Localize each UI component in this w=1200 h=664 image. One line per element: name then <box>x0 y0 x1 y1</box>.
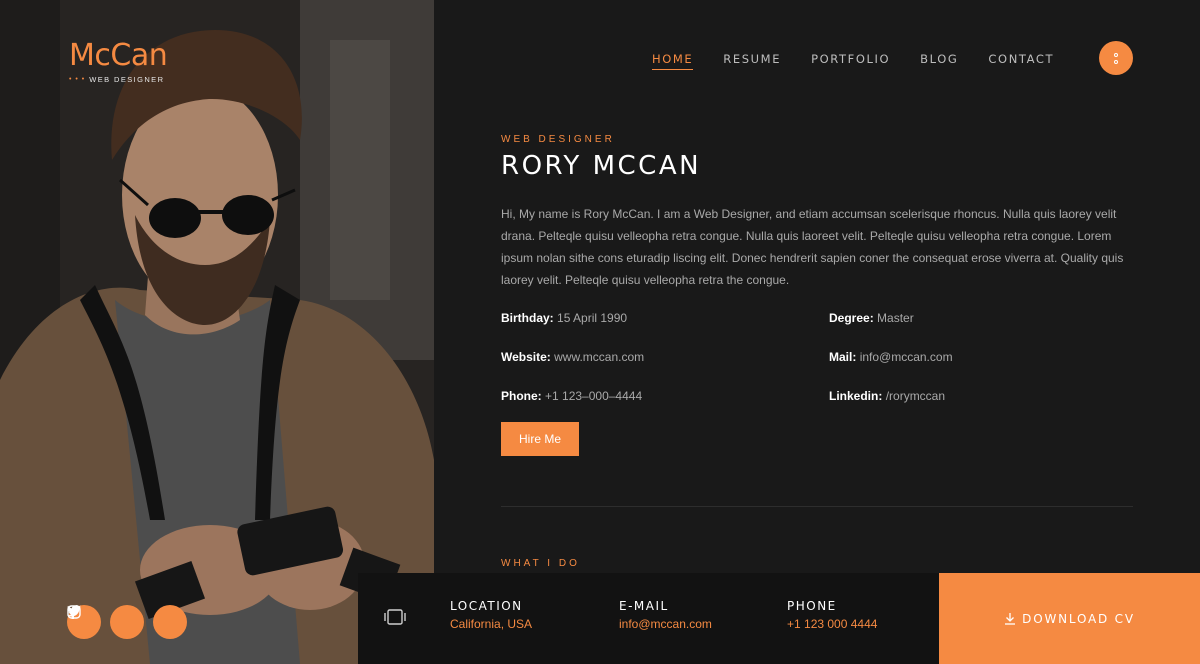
person-photo-illustration <box>0 0 434 664</box>
brand-tagline-row: • • • WEB DESIGNER <box>69 75 167 84</box>
brand-name: McCan <box>69 38 168 73</box>
phone-label: PHONE <box>787 599 837 613</box>
detail-value[interactable]: www.mccan.com <box>554 350 644 364</box>
detail-value: +1 123–000–4444 <box>545 389 643 403</box>
detail-value: Master <box>877 311 914 325</box>
detail-value: 15 April 1990 <box>557 311 628 325</box>
contact-location: LOCATION California, USA <box>450 599 532 631</box>
detail-label: Phone: <box>501 389 542 403</box>
detail-label: Linkedin: <box>829 389 883 403</box>
detail-value[interactable]: /rorymccan <box>886 389 945 403</box>
profile-subtitle: WEB DESIGNER <box>501 134 615 145</box>
detail-phone: Phone: +1 123–000–4444 <box>501 387 829 406</box>
contact-email: E-MAIL info@mccan.com <box>619 599 712 631</box>
location-value: California, USA <box>450 617 533 631</box>
what-i-do-heading: WHAT I DO <box>501 558 580 569</box>
detail-label: Mail: <box>829 350 857 364</box>
hero-photo: McCan • • • WEB DESIGNER <box>0 0 434 664</box>
hire-me-button[interactable]: Hire Me <box>501 422 580 456</box>
detail-linkedin: Linkedin: /rorymccan <box>829 387 1129 406</box>
nav-item-portfolio[interactable]: PORTFOLIO <box>811 52 890 70</box>
contact-bar: LOCATION California, USA E-MAIL info@mcc… <box>358 573 939 664</box>
detail-website: Website: www.mccan.com <box>501 348 829 367</box>
profile-section: WEB DESIGNER RORY MCCAN Hi, My name is R… <box>501 134 1133 456</box>
detail-degree: Degree: Master <box>829 309 1129 328</box>
menu-dot-icon <box>1114 52 1118 57</box>
devices-icon <box>384 609 406 625</box>
social-links <box>67 605 187 639</box>
contact-phone: PHONE +1 123 000 4444 <box>787 599 877 631</box>
menu-toggle-button[interactable] <box>1099 41 1133 75</box>
twitter-button[interactable] <box>67 605 144 639</box>
nav-item-contact[interactable]: CONTACT <box>988 52 1054 70</box>
detail-birthday: Birthday: 15 April 1990 <box>501 309 829 328</box>
brand-tagline: WEB DESIGNER <box>89 75 165 84</box>
detail-label: Birthday: <box>501 311 554 325</box>
detail-label: Degree: <box>829 311 874 325</box>
instagram-icon <box>67 605 81 619</box>
download-cv-button[interactable]: DOWNLOAD CV <box>939 573 1200 664</box>
section-divider <box>501 506 1133 507</box>
nav-item-blog[interactable]: BLOG <box>920 52 958 70</box>
nav-item-home[interactable]: HOME <box>652 52 694 70</box>
profile-details: Birthday: 15 April 1990 Degree: Master W… <box>501 309 1133 406</box>
email-label: E-MAIL <box>619 599 669 613</box>
detail-mail: Mail: info@mccan.com <box>829 348 1129 367</box>
phone-value: +1 123 000 4444 <box>787 617 878 631</box>
download-icon <box>1005 613 1016 625</box>
nav-item-resume[interactable]: RESUME <box>723 52 781 70</box>
main-nav: HOME RESUME PORTFOLIO BLOG CONTACT <box>652 52 1054 70</box>
download-cv-label: DOWNLOAD CV <box>1022 611 1135 626</box>
location-label: LOCATION <box>450 599 523 613</box>
brand-dots: • • • <box>69 76 86 83</box>
profile-bio: Hi, My name is Rory McCan. I am a Web De… <box>501 207 1124 287</box>
instagram-button[interactable] <box>67 605 187 639</box>
menu-dot-icon <box>1114 59 1118 64</box>
profile-name: RORY MCCAN <box>501 151 702 181</box>
detail-value[interactable]: info@mccan.com <box>860 350 953 364</box>
brand-logo[interactable]: McCan • • • WEB DESIGNER <box>69 38 168 85</box>
detail-label: Website: <box>501 350 551 364</box>
email-value[interactable]: info@mccan.com <box>619 617 712 631</box>
